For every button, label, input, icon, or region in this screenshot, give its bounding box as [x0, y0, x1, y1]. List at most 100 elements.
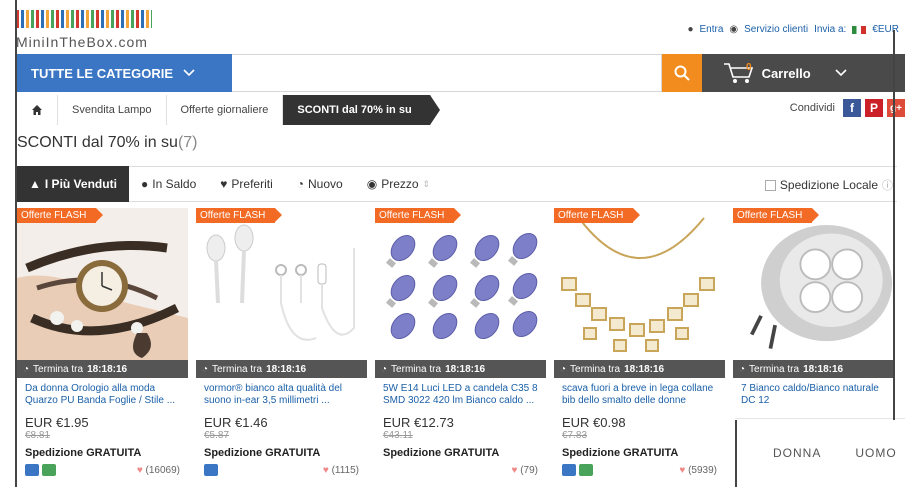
likes-value: (1115) [331, 465, 359, 476]
favorites-count[interactable]: ♥ (1115) [323, 465, 359, 476]
login-link[interactable]: Entra [700, 24, 724, 35]
overlay-line [735, 420, 737, 487]
sort-label: Preferiti [231, 177, 273, 191]
local-shipping-checkbox[interactable] [764, 179, 776, 191]
product-image-necklace[interactable] [554, 208, 725, 360]
sort-on-sale[interactable]: ● In Saldo [129, 166, 208, 202]
page-title: SCONTI dal 70% in su(7) [17, 134, 198, 152]
gender-men-link[interactable]: UOMO [855, 446, 896, 460]
heart-icon: ♥ [511, 465, 518, 476]
product-badges [562, 464, 593, 476]
favorites-count[interactable]: ♥ (79) [511, 465, 538, 476]
sort-price[interactable]: ◉ Prezzo ⇕ [355, 166, 442, 202]
logo-stripes[interactable] [16, 10, 152, 28]
timer-label: Termina tra [33, 363, 84, 375]
home-icon [32, 105, 42, 115]
home-crumb[interactable] [17, 95, 58, 125]
breadcrumb-item[interactable]: Offerte giornaliere [167, 95, 284, 125]
share-label: Condividi [789, 102, 835, 114]
result-count: (7) [177, 134, 198, 151]
product-name[interactable]: scava fuori a breve in lega collane bib … [562, 383, 722, 409]
free-shipping-label: Spedizione GRATUITA [204, 447, 321, 459]
product-old-price: €8.81 [25, 430, 51, 441]
likes-value: (79) [520, 465, 538, 476]
clock-icon: ◔ [381, 363, 388, 375]
timer-label: Termina tra [212, 363, 263, 375]
product-card[interactable]: Offerte FLASH ◔ Termina tra 18:18:16 sca… [554, 208, 725, 487]
search-input[interactable] [232, 54, 662, 92]
breadcrumb: Svendita Lampo Offerte giornaliere SCONT… [17, 95, 905, 125]
share-bar: Condividi f P g+ [790, 99, 905, 117]
clock-icon: ◔ [202, 363, 209, 375]
favorites-count[interactable]: ♥ (5939) [679, 465, 717, 476]
product-name[interactable]: vormor® bianco alta qualità del suono in… [204, 383, 364, 409]
product-card[interactable]: Offerte FLASH ◔ Termina tra 18:18:16 5W … [375, 208, 546, 487]
free-shipping-label: Spedizione GRATUITA [383, 447, 500, 459]
timer-value: 18:18:16 [87, 363, 128, 375]
all-categories-button[interactable]: TUTTE LE CATEGORIE [17, 54, 232, 92]
product-image-led-bulbs[interactable] [375, 208, 546, 360]
cart-button[interactable]: 0 Carrello [702, 54, 905, 92]
product-card[interactable]: Offerte FLASH ◔ Termina tra 18:18:16 vor… [196, 208, 367, 487]
flash-offer-badge: Offerte FLASH [554, 208, 641, 223]
clock-icon: ◔ [739, 363, 746, 375]
likes-value: (16069) [145, 465, 180, 476]
product-price: EUR €0.98 [562, 415, 626, 430]
free-shipping-label: Spedizione GRATUITA [562, 447, 679, 459]
sort-best-sellers[interactable]: ▲ I Più Venduti [17, 166, 129, 202]
sort-new[interactable]: ◔ Nuovo [285, 166, 355, 202]
gender-women-link[interactable]: DONNA [773, 446, 821, 460]
ship-to-label[interactable]: Invia a: [814, 24, 846, 35]
free-shipping-label: Spedizione GRATUITA [25, 447, 142, 459]
top-links: ● Entra ◉ Servizio clienti Invia a: €EUR [687, 24, 899, 35]
countdown-timer: ◔ Termina tra 18:18:16 [375, 360, 546, 378]
timer-value: 18:18:16 [624, 363, 665, 375]
customer-service-link[interactable]: Servizio clienti [744, 24, 808, 35]
breadcrumb-item[interactable]: Svendita Lampo [58, 95, 167, 125]
product-card[interactable]: Offerte FLASH ◔ Termina tra 18:18:16 Da … [17, 208, 188, 487]
cart-label: Carrello [761, 65, 811, 81]
product-price: EUR €1.46 [204, 415, 268, 430]
sort-label: I Più Venduti [44, 177, 117, 191]
product-image-watch[interactable] [17, 208, 188, 360]
help-icon: ◉ [729, 24, 739, 35]
overlay-line [15, 0, 17, 487]
timer-label: Termina tra [570, 363, 621, 375]
clock-icon: ◔ [23, 363, 30, 375]
favorites-count[interactable]: ♥ (16069) [137, 465, 180, 476]
user-icon: ● [687, 24, 694, 35]
thumbs-up-icon: ▲ [29, 177, 41, 191]
price-icon: ◉ [366, 177, 378, 191]
all-categories-label: TUTTE LE CATEGORIE [31, 65, 174, 81]
logo-text[interactable]: MiniInTheBox.com [16, 34, 148, 50]
cart-count-badge: 0 [746, 61, 752, 73]
product-image-led-spotlight[interactable] [733, 208, 893, 360]
clock-icon: ◔ [560, 363, 567, 375]
pinterest-icon[interactable]: P [865, 99, 883, 117]
search-row: TUTTE LE CATEGORIE 0 Carrello [17, 54, 905, 92]
heart-icon: ♥ [679, 465, 686, 476]
italy-flag-icon[interactable] [852, 25, 867, 34]
facebook-icon[interactable]: f [843, 99, 861, 117]
product-old-price: €7.83 [562, 430, 588, 441]
local-shipping-filter[interactable]: Spedizione Locale ⓘ [764, 177, 893, 193]
badge-icon [579, 464, 593, 476]
timer-value: 18:18:16 [445, 363, 486, 375]
local-shipping-label: Spedizione Locale [779, 178, 878, 192]
sort-favorites[interactable]: ♥ Preferiti [208, 166, 284, 202]
overlay-line [893, 30, 895, 420]
google-plus-icon[interactable]: g+ [887, 99, 905, 117]
sale-icon: ● [141, 177, 149, 191]
product-name[interactable]: 5W E14 Luci LED a candela C35 8 SMD 3022… [383, 383, 543, 409]
flash-offer-badge: Offerte FLASH [196, 208, 283, 223]
product-name[interactable]: 7 Bianco caldo/Bianco naturale DC 12 [741, 383, 891, 409]
product-name[interactable]: Da donna Orologio alla moda Quarzo PU Ba… [25, 383, 185, 409]
product-image-earphones[interactable] [196, 208, 367, 360]
flash-offer-badge: Offerte FLASH [375, 208, 462, 223]
info-icon[interactable]: ⓘ [882, 177, 893, 193]
countdown-timer: ◔ Termina tra 18:18:16 [554, 360, 725, 378]
product-badges [204, 464, 218, 476]
product-old-price: €5.87 [204, 430, 230, 441]
search-button[interactable] [662, 54, 702, 92]
timer-value: 18:18:16 [266, 363, 307, 375]
